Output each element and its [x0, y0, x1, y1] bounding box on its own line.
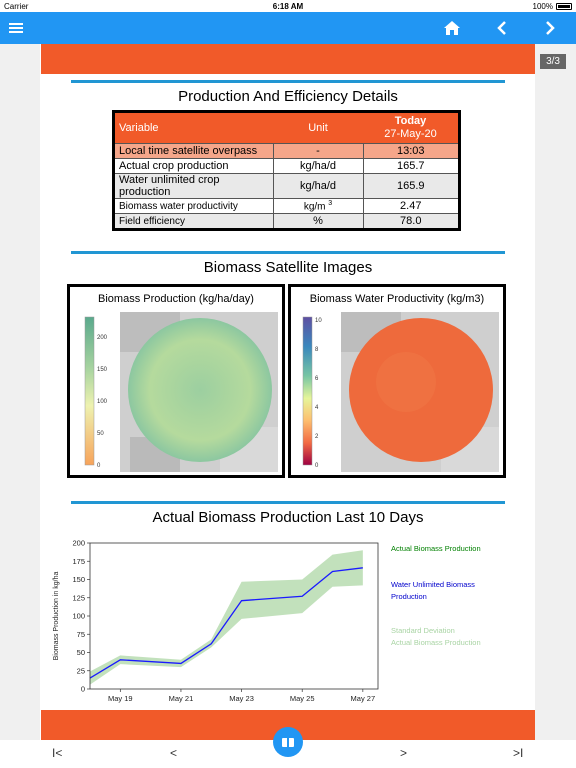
field-circle [128, 318, 272, 462]
variable-cell: Field efficiency [113, 213, 274, 230]
legend-unlimited-line1: Water Unlimited Biomass [391, 580, 475, 589]
top-toolbar [0, 12, 576, 44]
biomass-chart-title: Actual Biomass Production Last 10 Days [152, 509, 424, 526]
value-cell: 78.0 [362, 213, 460, 230]
water-productivity-panel: Biomass Water Productivity (kg/m3) 10 8 … [288, 284, 506, 478]
field-variation [376, 352, 436, 412]
section-divider [71, 80, 505, 83]
colorbar-tick: 8 [315, 347, 319, 353]
legend-std-deviation: Standard Deviation Actual Biomass Produc… [391, 625, 501, 649]
table-row: Actual crop production kg/ha/d 165.7 [113, 158, 460, 174]
battery-icon [556, 3, 572, 10]
last-page-button[interactable]: >I [513, 746, 523, 760]
battery-status: 100% [533, 2, 572, 11]
header-today: Today 27-May-20 [363, 111, 460, 144]
unit-cell: kg/ha/d [272, 173, 364, 199]
colorbar-tick: 10 [315, 318, 322, 324]
biomass-production-map: 200 150 100 50 0 [84, 312, 278, 472]
page-header-band [41, 44, 535, 74]
legend-std-line2: Actual Biomass Production [391, 638, 481, 647]
colorbar-tick: 50 [97, 431, 104, 437]
legend-unlimited-line2: Production [391, 592, 427, 601]
table-header-row: Variable Unit Today 27-May-20 [113, 111, 460, 144]
home-icon[interactable] [440, 16, 464, 40]
legend-std-line1: Standard Deviation [391, 626, 455, 635]
share-icon [282, 736, 294, 748]
table-row: Biomass water productivity kg/m 3 2.47 [113, 198, 460, 214]
value-cell: 13:03 [362, 143, 460, 159]
y-tick-label: 0 [81, 685, 85, 694]
section-divider [71, 501, 505, 504]
x-tick-label: May 23 [229, 694, 254, 703]
x-tick-label: May 21 [169, 694, 194, 703]
battery-percent: 100% [532, 2, 553, 11]
y-tick-label: 175 [72, 557, 85, 566]
colorbar-tick: 150 [97, 367, 108, 373]
y-tick-label: 25 [77, 666, 85, 675]
variable-cell: Biomass water productivity [113, 198, 274, 214]
production-details-table: Variable Unit Today 27-May-20 Local time… [112, 110, 461, 231]
colorbar-tick: 100 [97, 399, 108, 405]
section-divider [71, 251, 505, 254]
production-efficiency-title: Production And Efficiency Details [178, 88, 398, 105]
colorbar [84, 316, 95, 466]
variable-cell: Actual crop production [113, 158, 274, 174]
next-page-button[interactable]: > [400, 746, 407, 760]
header-variable: Variable [113, 111, 273, 144]
colorbar-tick: 0 [97, 463, 101, 469]
table-row: Water unlimited crop production kg/ha/d … [113, 173, 460, 199]
share-fab[interactable] [273, 727, 303, 757]
variable-cell: Water unlimited crop production [113, 173, 274, 199]
unit-cell: kg/ha/d [272, 158, 364, 174]
y-tick-label: 125 [72, 593, 85, 602]
prev-page-button[interactable]: < [170, 746, 177, 760]
table-row: Local time satellite overpass - 13:03 [113, 143, 460, 159]
header-today-label: Today [394, 115, 427, 127]
y-tick-label: 50 [77, 648, 85, 657]
unit-superscript: 3 [328, 199, 333, 207]
header-date: 27-May-20 [384, 128, 437, 140]
hamburger-icon[interactable] [4, 16, 28, 40]
legend-actual: Actual Biomass Production [391, 544, 481, 553]
chevron-left-icon[interactable] [490, 16, 514, 40]
legend-unlimited: Water Unlimited Biomass Production [391, 579, 501, 603]
biomass-production-panel: Biomass Production (kg/ha/day) 200 150 1… [67, 284, 285, 478]
value-cell: 2.47 [362, 198, 460, 214]
y-axis-label: Biomass Production in kg/ha [53, 572, 60, 661]
y-tick-label: 100 [72, 612, 85, 621]
header-unit: Unit [273, 111, 363, 144]
table-row: Field efficiency % 78.0 [113, 213, 460, 230]
colorbar [302, 316, 313, 466]
y-tick-label: 150 [72, 575, 85, 584]
water-productivity-map: 10 8 6 4 2 0 [302, 312, 499, 472]
x-tick-label: May 27 [351, 694, 376, 703]
colorbar-tick: 0 [315, 463, 319, 469]
x-tick-label: May 25 [290, 694, 315, 703]
biomass-line-chart: 0 25 50 75 100 125 150 175 200 May 19 May 21 May 23… [53, 539, 379, 703]
y-tick-label: 200 [72, 539, 85, 548]
first-page-button[interactable]: I< [52, 746, 62, 760]
colorbar-tick: 200 [97, 335, 108, 341]
satellite-images-title: Biomass Satellite Images [203, 259, 373, 276]
colorbar-tick: 2 [315, 434, 319, 440]
variable-cell: Local time satellite overpass [113, 143, 274, 159]
unit-cell: - [272, 143, 364, 159]
value-cell: 165.9 [362, 173, 460, 199]
unit-text: kg/m [303, 201, 326, 213]
page-counter: 3/3 [540, 54, 566, 69]
unit-cell: % [272, 213, 364, 230]
y-tick-label: 75 [77, 630, 85, 639]
std-deviation-band [90, 550, 363, 685]
status-bar: Carrier 6:18 AM 100% [0, 0, 576, 12]
colorbar-tick: 4 [315, 405, 319, 411]
chevron-right-icon[interactable] [538, 16, 562, 40]
clock: 6:18 AM [272, 2, 304, 11]
value-cell: 165.7 [362, 158, 460, 174]
colorbar-tick: 6 [315, 376, 319, 382]
x-tick-label: May 19 [108, 694, 133, 703]
unit-cell: kg/m 3 [272, 198, 364, 214]
